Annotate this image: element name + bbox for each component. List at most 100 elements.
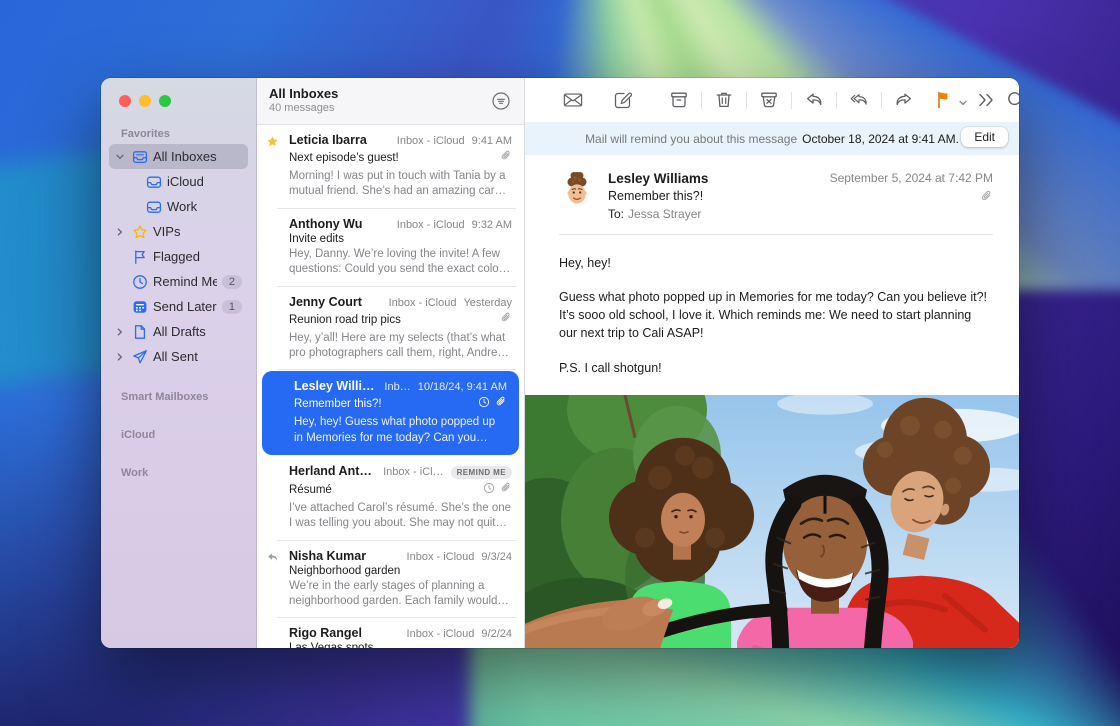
sidebar-item-all-inboxes[interactable]: All Inboxes (109, 144, 248, 169)
remind-me-badge: REMIND ME (451, 466, 512, 479)
message-subject: Remember this?! (608, 189, 830, 203)
all-inboxes-icon (131, 148, 148, 165)
window-controls (101, 78, 256, 118)
sidebar-item-label: All Inboxes (153, 149, 217, 164)
unread-badge: 1 (222, 300, 242, 314)
chevron-spacer (113, 276, 126, 288)
message-row[interactable]: Anthony WuInbox - iCloud9:32 AMInvite ed… (257, 209, 524, 287)
to-label: To: (608, 207, 624, 221)
sidebar-item-all-drafts[interactable]: All Drafts (109, 319, 248, 344)
junk-icon[interactable] (759, 90, 779, 110)
attachment-paperclip-icon[interactable] (980, 190, 993, 208)
message-time: 9:41 AM (472, 135, 512, 147)
sidebar-section-icloud[interactable]: iCloud (101, 407, 256, 445)
chevron-right-icon[interactable] (113, 351, 126, 363)
sender-avatar[interactable] (559, 171, 595, 207)
paperclip-icon (500, 311, 512, 329)
toolbar-separator (746, 92, 747, 109)
favorites-section-label: Favorites (101, 118, 256, 144)
body-paragraph: Hey, hey! (559, 254, 989, 272)
chevron-right-icon[interactable] (113, 326, 126, 338)
flag-chevron-icon[interactable] (958, 95, 968, 105)
sidebar-item-label: All Drafts (153, 324, 206, 339)
message-list: Leticia IbarraInbox - iCloud9:41 AMNext … (257, 125, 524, 648)
message-mailbox: Inbox - iCloud (397, 219, 465, 231)
clock-icon (478, 395, 490, 413)
paperclip-icon (500, 481, 512, 499)
flag-button[interactable] (934, 90, 968, 110)
sidebar-item-send-later[interactable]: Send Later 1 (109, 294, 248, 319)
message-preview: We’re in the early stages of planning a … (289, 579, 512, 610)
sidebar-section-smart-mailboxes[interactable]: Smart Mailboxes (101, 369, 256, 407)
chevron-down-icon[interactable] (113, 151, 126, 163)
email-photo-attachment[interactable] (525, 395, 1019, 648)
sidebar-item-label: Send Later (153, 299, 217, 314)
toolbar-separator (836, 92, 837, 109)
reminder-text: Mail will remind you about this message (585, 132, 797, 146)
message-time: 10/18/24, 9:41 AM (418, 381, 507, 393)
paper-plane-icon (131, 348, 148, 365)
body-paragraph: Guess what photo popped up in Memories f… (559, 288, 989, 342)
sidebar-item-flagged[interactable]: Flagged (109, 244, 248, 269)
message-row[interactable]: Herland AntezanaInbox - iCl…REMIND MERés… (257, 456, 524, 540)
sidebar-item-label: VIPs (153, 224, 180, 239)
minimize-button[interactable] (139, 95, 151, 107)
edit-reminder-button[interactable]: Edit (961, 127, 1008, 147)
message-mailbox: Inbox - iCl… (383, 466, 444, 478)
message-sender: Herland Antezana (289, 464, 375, 478)
reminder-banner: Mail will remind you about this message … (525, 122, 1019, 155)
sidebar-item-icloud[interactable]: iCloud (123, 169, 248, 194)
message-list-pane: All Inboxes 40 messages Leticia IbarraIn… (257, 78, 525, 648)
forward-icon[interactable] (894, 90, 914, 110)
get-mail-icon[interactable] (563, 90, 583, 110)
reply-icon[interactable] (804, 90, 824, 110)
message-row[interactable]: Leticia IbarraInbox - iCloud9:41 AMNext … (257, 125, 524, 209)
message-mailbox: Inb… (384, 381, 410, 393)
message-sender: Jenny Court (289, 295, 381, 309)
archive-icon[interactable] (669, 90, 689, 110)
zoom-button[interactable] (159, 95, 171, 107)
more-toolbar-icon[interactable] (976, 90, 996, 110)
sidebar-item-remind-me[interactable]: Remind Me2 (109, 269, 248, 294)
message-subject: Reunion road trip pics (289, 314, 500, 326)
filter-icon[interactable] (490, 90, 512, 112)
message-row[interactable]: Nisha KumarInbox - iCloud9/3/24Neighborh… (257, 541, 524, 619)
clock-icon (131, 273, 148, 290)
trash-icon[interactable] (714, 90, 734, 110)
message-subject: Neighborhood garden (289, 565, 512, 577)
message-list-header: All Inboxes 40 messages (257, 78, 524, 125)
recipient-name[interactable]: Jessa Strayer (628, 207, 701, 221)
message-sender: Nisha Kumar (289, 549, 399, 563)
message-row[interactable]: Jenny Court Inbox - iCloud Yesterday Reunio… (257, 287, 524, 371)
sender-name[interactable]: Lesley Williams (608, 171, 830, 186)
message-subject: Next episode’s guest! (289, 152, 500, 164)
message-row[interactable]: Rigo RangelInbox - iCloud9/2/24Las Vegas… (257, 618, 524, 648)
chevron-spacer (127, 176, 140, 188)
message-mailbox: Inbox - iCloud (407, 628, 475, 640)
message-time: Yesterday (463, 297, 512, 309)
search-icon[interactable] (1006, 90, 1019, 110)
sidebar-item-work[interactable]: Work (123, 194, 248, 219)
message-preview: Hey, Danny. We’re loving the invite! A f… (289, 247, 512, 278)
sidebar-section-work[interactable]: Work (101, 445, 256, 483)
close-button[interactable] (119, 95, 131, 107)
sidebar-item-all-sent[interactable]: All Sent (109, 344, 248, 369)
message-row[interactable]: Lesley WilliamsInb…10/18/24, 9:41 AMReme… (262, 371, 519, 455)
message-count: 40 messages (269, 102, 510, 114)
clock-icon (483, 481, 495, 499)
toolbar-separator (791, 92, 792, 109)
desktop-background: Favorites All InboxesiCloudWorkVIPsFlagg… (0, 0, 1120, 726)
message-date: September 5, 2024 at 7:42 PM (830, 171, 993, 185)
chevron-right-icon[interactable] (113, 226, 126, 238)
message-mailbox: Inbox - iCloud (389, 297, 457, 309)
compose-icon[interactable] (613, 90, 633, 110)
flag-icon[interactable] (934, 90, 954, 110)
mail-window: Favorites All InboxesiCloudWorkVIPsFlagg… (101, 78, 1019, 648)
calendar-icon (131, 298, 148, 315)
mail-sidebar: Favorites All InboxesiCloudWorkVIPsFlagg… (101, 78, 257, 648)
sidebar-item-label: Flagged (153, 249, 200, 264)
reply-all-icon[interactable] (849, 90, 869, 110)
message-preview: Hey, hey! Guess what photo popped up in … (294, 415, 507, 446)
inbox-icon (145, 198, 162, 215)
sidebar-item-vips[interactable]: VIPs (109, 219, 248, 244)
